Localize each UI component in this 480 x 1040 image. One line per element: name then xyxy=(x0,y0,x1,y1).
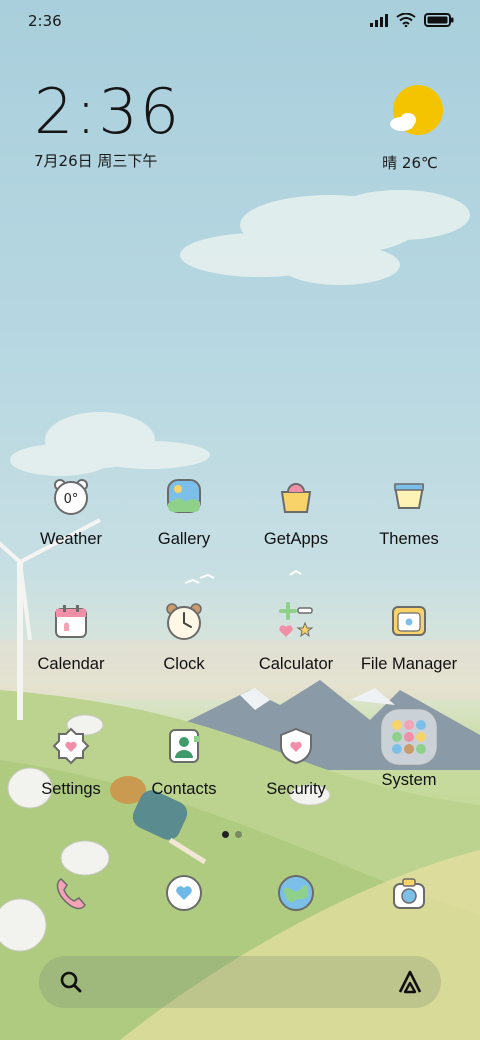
settings-app[interactable]: Settings xyxy=(15,726,127,799)
app-label: Calendar xyxy=(37,655,105,673)
weather-summary: 晴 26℃ xyxy=(382,154,438,172)
browser-icon xyxy=(276,875,316,917)
file-manager-app[interactable]: File Manager xyxy=(353,601,465,674)
gallery-app[interactable]: Gallery xyxy=(128,476,240,549)
camera-dock-app[interactable] xyxy=(389,873,429,913)
status-bar: 2:36 xyxy=(0,0,480,42)
phone-icon xyxy=(51,878,91,917)
messages-dock-app[interactable] xyxy=(164,873,204,913)
clock-time: 2:36 xyxy=(34,75,182,148)
contacts-app[interactable]: Contacts xyxy=(128,726,240,799)
search-bar[interactable] xyxy=(39,956,441,1008)
app-label: Themes xyxy=(379,530,439,548)
calendar-icon xyxy=(15,601,127,641)
clock-date: 7月26日 周三下午 xyxy=(34,152,158,170)
app-label: Contacts xyxy=(151,780,217,798)
assistant-icon[interactable] xyxy=(397,969,423,999)
security-app[interactable]: Security xyxy=(240,726,352,799)
clock-widget[interactable]: 2:36 7月26日 周三下午 xyxy=(34,78,181,171)
page-indicator xyxy=(222,831,242,838)
system-folder-icon xyxy=(353,708,465,766)
calendar-app[interactable]: Calendar xyxy=(15,601,127,674)
page-dot-active xyxy=(222,831,229,838)
app-label: Weather xyxy=(39,530,103,548)
getapps-icon xyxy=(240,476,352,516)
camera-icon xyxy=(389,878,429,917)
themes-icon xyxy=(353,476,465,516)
app-label: System xyxy=(381,771,437,789)
contacts-icon xyxy=(128,726,240,766)
calculator-icon xyxy=(240,601,352,641)
gallery-icon xyxy=(128,476,240,516)
app-label: Settings xyxy=(41,780,101,798)
system-folder-app[interactable]: System xyxy=(353,708,465,790)
browser-dock-app[interactable] xyxy=(276,873,316,913)
battery-icon xyxy=(424,12,454,31)
page-dot xyxy=(235,831,242,838)
app-label: File Manager xyxy=(360,655,458,673)
app-label: Clock xyxy=(163,655,205,673)
security-icon xyxy=(240,726,352,766)
app-label: Gallery xyxy=(157,530,211,548)
themes-app[interactable]: Themes xyxy=(353,476,465,549)
app-label: Security xyxy=(266,780,326,798)
clock-app[interactable]: Clock xyxy=(128,601,240,674)
getapps-app[interactable]: GetApps xyxy=(240,476,352,549)
sunny-cloud-icon xyxy=(388,85,444,144)
clock-icon xyxy=(128,601,240,641)
settings-icon xyxy=(15,726,127,766)
phone-dock-app[interactable] xyxy=(51,873,91,913)
file-manager-icon xyxy=(353,601,465,641)
weather-widget[interactable]: 晴 26℃ xyxy=(382,84,446,173)
search-icon[interactable] xyxy=(59,970,83,998)
weather-app[interactable]: 0° Weather xyxy=(15,476,127,549)
wifi-icon xyxy=(396,12,416,31)
calculator-app[interactable]: Calculator xyxy=(240,601,352,674)
app-label: GetApps xyxy=(263,530,329,548)
messages-icon xyxy=(164,875,204,917)
status-time: 2:36 xyxy=(28,12,62,30)
svg-text:0°: 0° xyxy=(64,492,79,507)
weather-icon: 0° xyxy=(15,476,127,516)
app-label: Calculator xyxy=(258,655,334,673)
signal-icon xyxy=(370,12,388,31)
